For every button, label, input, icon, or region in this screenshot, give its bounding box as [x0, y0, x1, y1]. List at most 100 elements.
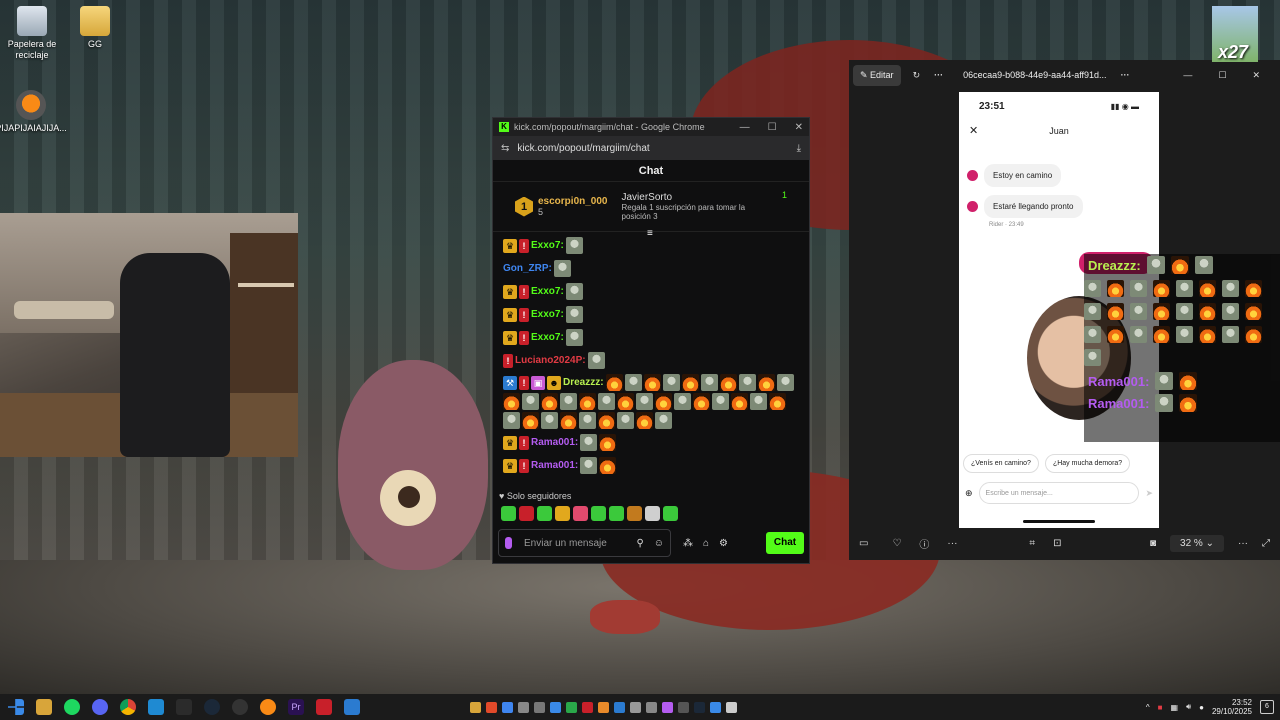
- file-explorer-icon[interactable]: [36, 699, 52, 715]
- chat-send-button[interactable]: Chat: [766, 532, 804, 554]
- emote-icon[interactable]: [555, 506, 570, 521]
- tray-app-icon[interactable]: [550, 701, 561, 713]
- emote-icon[interactable]: [645, 506, 660, 521]
- more-options-icon[interactable]: ···: [1121, 70, 1130, 80]
- favorite-icon[interactable]: ♡: [892, 538, 901, 549]
- chat-username[interactable]: Rama001:: [531, 460, 578, 471]
- maximize-icon[interactable]: ☐: [1218, 70, 1226, 81]
- chat-username[interactable]: Gon_ZRP:: [503, 263, 552, 274]
- tray-app-icon[interactable]: [534, 701, 545, 713]
- fit-icon[interactable]: ◙: [1150, 538, 1156, 549]
- discord-icon[interactable]: [92, 699, 108, 715]
- tray-app-icon[interactable]: [470, 701, 481, 713]
- emote-icon[interactable]: [663, 506, 678, 521]
- desktop-icon-fl-studio[interactable]: PIJAPIJAIAJIJA...: [0, 90, 69, 134]
- chat-input-row: Enviar un mensaje ⚲ ☺ ⁂ ⌂ ⚙ Chat: [498, 528, 804, 558]
- emote-icon[interactable]: [501, 506, 516, 521]
- emote-icon[interactable]: [537, 506, 552, 521]
- tray-app-icon[interactable]: [598, 701, 609, 713]
- spotify-icon[interactable]: [64, 699, 80, 715]
- notification-count[interactable]: 6: [1260, 700, 1274, 714]
- photo-file-title: 06cecaa9-b088-44e9-aa44-aff91d...: [963, 70, 1107, 80]
- chat-username[interactable]: Exxo7:: [531, 240, 564, 251]
- mic-icon[interactable]: [505, 537, 512, 549]
- zoom-level[interactable]: 32 % ⌄: [1170, 534, 1224, 552]
- translate-icon[interactable]: ⚲: [636, 538, 643, 549]
- top-gifter-name[interactable]: escorpi0n_000: [538, 196, 608, 207]
- desktop-icon-gg-folder[interactable]: GG: [57, 6, 133, 50]
- store-icon[interactable]: ⌂: [703, 538, 709, 549]
- tray-app-icon[interactable]: [694, 701, 705, 713]
- volume-icon[interactable]: 🔊︎: [1186, 702, 1191, 712]
- tray-app-icon[interactable]: [662, 701, 673, 713]
- maximize-icon[interactable]: ☐: [768, 122, 777, 133]
- tray-app-icon[interactable]: [710, 701, 721, 713]
- window-titlebar[interactable]: K kick.com/popout/margiim/chat - Google …: [493, 118, 809, 136]
- emoji-icon[interactable]: ☺: [654, 538, 664, 549]
- chat-message-input[interactable]: Enviar un mensaje ⚲ ☺: [498, 529, 671, 557]
- premiere-icon[interactable]: Pr: [288, 699, 304, 715]
- close-icon[interactable]: ✕: [795, 122, 803, 133]
- window-title: kick.com/popout/margiim/chat - Google Ch…: [514, 122, 705, 132]
- steam-icon[interactable]: [204, 699, 220, 715]
- more-options-icon[interactable]: ···: [947, 538, 957, 549]
- chat-username[interactable]: Rama001:: [531, 437, 578, 448]
- app-icon[interactable]: [148, 699, 164, 715]
- tray-app-icon[interactable]: [518, 701, 529, 713]
- info-icon[interactable]: ⓘ: [919, 536, 929, 551]
- app-icon[interactable]: [316, 699, 332, 715]
- fire-emote-icon: [636, 412, 653, 429]
- start-menu-icon[interactable]: [8, 699, 24, 715]
- fullscreen-icon[interactable]: ⤢: [1262, 538, 1270, 549]
- tray-app-icon[interactable]: [502, 701, 513, 713]
- site-settings-icon[interactable]: ⇆: [501, 143, 509, 154]
- gift-user-name[interactable]: JavierSorto: [622, 192, 772, 203]
- chat-username[interactable]: Exxo7:: [531, 286, 564, 297]
- phone-time: 23:51: [979, 100, 1005, 112]
- fire-emote-icon: [522, 412, 539, 429]
- tray-app-icon[interactable]: [726, 701, 737, 713]
- download-icon[interactable]: ⤓: [797, 143, 801, 154]
- chat-username[interactable]: Luciano2024P:: [515, 355, 586, 366]
- chat-username[interactable]: Exxo7:: [531, 332, 564, 343]
- tray-app-icon[interactable]: [614, 701, 625, 713]
- address-bar[interactable]: ⇆ kick.com/popout/margiim/chat ⤓: [493, 136, 809, 160]
- chrome-chat-window: K kick.com/popout/margiim/chat - Google …: [492, 117, 810, 564]
- scan-icon[interactable]: ⊡: [1053, 538, 1061, 549]
- more-options-icon[interactable]: ···: [934, 70, 943, 80]
- emote-icon: [1176, 326, 1193, 343]
- chrome-icon[interactable]: [120, 699, 136, 715]
- emote-icon[interactable]: [519, 506, 534, 521]
- chevron-up-icon[interactable]: ^: [1146, 703, 1150, 712]
- tray-app-icon[interactable]: [566, 701, 577, 713]
- more-options-icon[interactable]: ···: [1238, 538, 1248, 549]
- community-icon[interactable]: ⁂: [683, 538, 693, 549]
- tray-app-icon[interactable]: ■: [1158, 703, 1163, 712]
- crop-icon[interactable]: ⌗: [1029, 538, 1035, 549]
- emote-icon[interactable]: [573, 506, 588, 521]
- tray-app-icon[interactable]: [646, 701, 657, 713]
- clock[interactable]: 23:52 29/10/2025: [1212, 698, 1252, 716]
- chat-username[interactable]: Dreazzz:: [563, 377, 604, 388]
- tray-app-icon[interactable]: [678, 701, 689, 713]
- rotate-icon[interactable]: ↻: [913, 70, 921, 81]
- app-icon[interactable]: [176, 699, 192, 715]
- app-icon[interactable]: [344, 699, 360, 715]
- emote-icon[interactable]: [627, 506, 642, 521]
- obs-icon[interactable]: [232, 699, 248, 715]
- settings-gear-icon[interactable]: ⚙: [719, 538, 728, 549]
- emote-icon[interactable]: [609, 506, 624, 521]
- network-icon[interactable]: ▦: [1171, 703, 1179, 712]
- tray-app-icon[interactable]: [486, 701, 497, 713]
- minimize-icon[interactable]: —: [1183, 70, 1192, 81]
- close-icon[interactable]: ✕: [1252, 70, 1260, 81]
- fl-studio-icon[interactable]: [260, 699, 276, 715]
- emote-icon[interactable]: [591, 506, 606, 521]
- filmstrip-icon[interactable]: ▭: [859, 538, 868, 549]
- tray-app-icon[interactable]: [582, 701, 593, 713]
- edit-button[interactable]: ✎ Editar: [853, 64, 901, 86]
- chat-username[interactable]: Exxo7:: [531, 309, 564, 320]
- mic-icon[interactable]: ●: [1199, 703, 1204, 712]
- minimize-icon[interactable]: —: [740, 122, 750, 133]
- tray-app-icon[interactable]: [630, 701, 641, 713]
